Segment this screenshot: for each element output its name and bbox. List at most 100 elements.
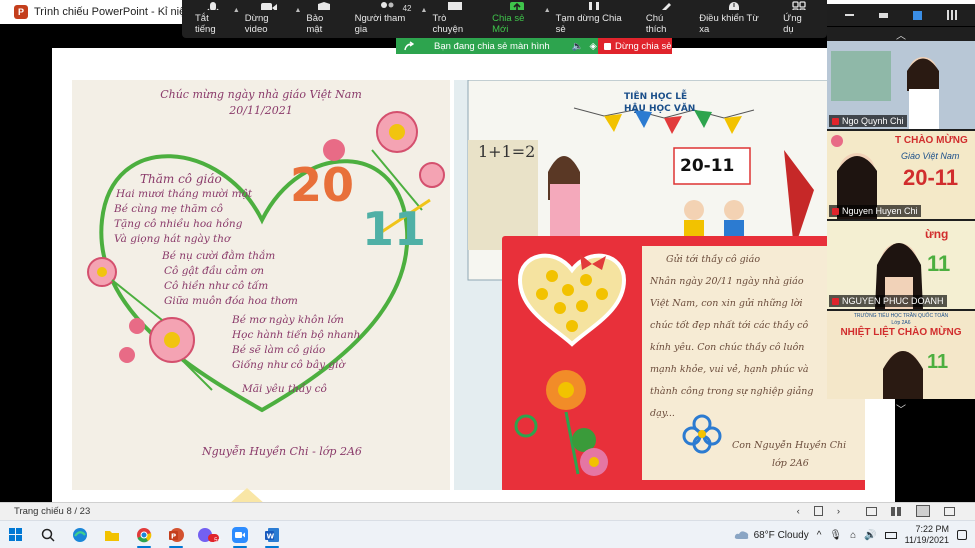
quilling-decoration bbox=[514, 253, 627, 476]
new-share-button[interactable]: Chia sẻ Mới ▲ bbox=[485, 1, 551, 35]
blue-flower-quilling bbox=[682, 414, 722, 454]
participants-button[interactable]: 42 Người tham gia ▲ bbox=[348, 1, 427, 35]
status-bar-controls: ‹ › bbox=[797, 505, 955, 517]
share-screen-icon bbox=[509, 2, 524, 10]
welcome-banner-text: T CHÀO MỪNG bbox=[895, 135, 968, 146]
scroll-up-icon[interactable]: ︿ bbox=[827, 27, 975, 42]
powerpoint-icon: P bbox=[14, 5, 28, 19]
word-icon: W bbox=[265, 527, 279, 542]
mute-label: Tắt tiếng bbox=[195, 13, 216, 35]
poem-line: Và giọng hát ngày thơ bbox=[114, 233, 231, 245]
slide-sorter-icon[interactable] bbox=[891, 506, 902, 516]
weather-widget[interactable]: 68°F Cloudy bbox=[734, 530, 809, 541]
zoom-app[interactable] bbox=[224, 521, 256, 548]
word-app[interactable]: W bbox=[256, 521, 288, 548]
welcome-banner-text: ừng bbox=[925, 227, 949, 241]
scroll-down-icon[interactable]: ﹀ bbox=[827, 401, 975, 416]
poem-signature: Nguyễn Huyền Chi - lớp 2A6 bbox=[202, 445, 362, 458]
next-slide-icon[interactable]: › bbox=[837, 506, 840, 517]
clock-time: 7:22 PM bbox=[915, 524, 949, 534]
security-button[interactable]: Bảo mật bbox=[299, 1, 347, 35]
file-explorer-app[interactable] bbox=[96, 521, 128, 548]
microphone-tray-icon[interactable]: 🎙 bbox=[829, 530, 842, 541]
normal-view-icon[interactable] bbox=[866, 506, 877, 516]
stop-share-button[interactable]: Dừng chia sẻ bbox=[598, 38, 672, 54]
letter-signature: Con Nguyễn Huyền Chi bbox=[732, 440, 847, 451]
pause-share-button[interactable]: Tạm dừng Chia sẻ bbox=[549, 1, 639, 35]
search-icon bbox=[41, 528, 55, 542]
welcome-banner-date: 20-11 bbox=[903, 165, 959, 190]
participant-video-tile[interactable]: TRƯỜNG TIỂU HỌC TRẦN QUỐC TOẢN Lớp 2A6 N… bbox=[827, 311, 975, 399]
weather-text: 68°F Cloudy bbox=[753, 529, 809, 541]
poem-line: Hai mươi tháng mười một bbox=[116, 188, 253, 200]
big-number-20: 20 bbox=[290, 158, 355, 212]
powerpoint-app[interactable]: P bbox=[160, 521, 192, 548]
reading-view-icon[interactable] bbox=[916, 505, 930, 517]
chat-button[interactable]: Trò chuyện bbox=[425, 1, 485, 35]
poem-line: Bé nụ cười đằm thắm bbox=[162, 250, 276, 262]
participant-name: NGUYEN PHUC DOANH bbox=[829, 295, 947, 307]
slide-notes-icon[interactable] bbox=[813, 506, 823, 516]
welcome-banner-subtitle: Giáo Việt Nam bbox=[901, 151, 960, 161]
notification-icon[interactable] bbox=[957, 530, 967, 540]
poem-line: Bé sẽ làm cô giáo bbox=[232, 344, 326, 356]
participants-icon bbox=[380, 2, 394, 8]
class-name: Lớp 2A6 bbox=[891, 320, 911, 326]
chevron-up-icon[interactable]: ^ bbox=[817, 530, 822, 541]
remote-control-label: Điều khiển Từ xa bbox=[699, 13, 759, 35]
volume-icon[interactable]: 🔊 bbox=[864, 530, 876, 541]
chrome-icon bbox=[137, 527, 152, 542]
microphone-icon bbox=[207, 2, 219, 10]
svg-text:P: P bbox=[171, 532, 176, 540]
mute-button[interactable]: Tắt tiếng ▲ bbox=[188, 1, 240, 35]
poem-line: Cô gật đầu cảm ơn bbox=[164, 265, 265, 277]
poem-line: Thăm cô giáo bbox=[140, 172, 222, 186]
battery-icon[interactable] bbox=[884, 531, 897, 539]
participant-name: Ngo Quynh Chi bbox=[829, 115, 907, 127]
welcome-banner-date: 11 bbox=[927, 251, 951, 276]
start-button[interactable] bbox=[0, 521, 32, 548]
previous-slide-icon[interactable]: ‹ bbox=[797, 506, 800, 517]
shield-check-icon: ◈ bbox=[589, 40, 597, 52]
ppt-status-bar: Trang chiếu 8 / 23 ‹ › bbox=[0, 502, 975, 520]
slide[interactable]: Chúc mừng ngày nhà giáo Việt Nam 20/11/2… bbox=[52, 48, 895, 526]
chat-label: Trò chuyện bbox=[432, 13, 464, 35]
windows-logo-icon bbox=[9, 527, 22, 541]
speaker-view-icon[interactable] bbox=[912, 10, 922, 20]
participant-thumbnails: ︿ Ngo Quynh Chi T CHÀO MỪNG Giáo Việt Na… bbox=[827, 27, 975, 416]
search-button[interactable] bbox=[32, 521, 64, 548]
poem-line: Giống như cô bây giờ bbox=[232, 359, 345, 371]
viber-app[interactable]: 5+ bbox=[192, 521, 224, 548]
minimize-icon[interactable] bbox=[845, 14, 855, 16]
shield-icon bbox=[317, 2, 330, 10]
stop-video-button[interactable]: Dừng video ▲ bbox=[238, 1, 301, 35]
clock[interactable]: 7:22 PM 11/19/2021 bbox=[905, 524, 949, 546]
edge-app[interactable] bbox=[64, 521, 96, 548]
board-math: 1+1=2 bbox=[478, 142, 536, 161]
folder-icon bbox=[105, 530, 119, 541]
apps-button[interactable]: Ứng dụ bbox=[776, 1, 821, 35]
rose-left bbox=[87, 257, 213, 391]
video-camera-icon bbox=[260, 3, 277, 10]
participant-name: Nguyen Huyen Chi bbox=[829, 205, 921, 217]
letter-line: Việt Nam, con xin gửi những lời bbox=[650, 298, 803, 309]
annotate-button[interactable]: Chú thích bbox=[639, 1, 692, 35]
gallery-view-icon[interactable] bbox=[946, 10, 957, 20]
mouse-icon bbox=[729, 2, 740, 10]
network-icon[interactable]: ⌂ bbox=[850, 530, 856, 541]
share-arrow-icon bbox=[404, 41, 414, 51]
chrome-app[interactable] bbox=[128, 521, 160, 548]
compact-view-icon[interactable] bbox=[879, 12, 889, 18]
participant-video-tile[interactable]: Ngo Quynh Chi bbox=[827, 41, 975, 129]
security-label: Bảo mật bbox=[306, 13, 324, 35]
remote-control-button[interactable]: Điều khiển Từ xa bbox=[692, 1, 776, 35]
slide-show-icon[interactable] bbox=[944, 506, 955, 516]
letter-line: Gửi tới thầy cô giáo bbox=[666, 254, 761, 265]
pause-share-label: Tạm dừng Chia sẻ bbox=[555, 13, 622, 35]
participant-video-tile[interactable]: ừng 11 NGUYEN PHUC DOANH bbox=[827, 221, 975, 309]
poem-line: Học hành tiến bộ nhanh bbox=[232, 329, 361, 341]
board-title-line: TIÊN HỌC LỄ bbox=[624, 92, 688, 102]
participant-video-tile[interactable]: T CHÀO MỪNG Giáo Việt Nam 20-11 Nguyen H… bbox=[827, 131, 975, 219]
windows-taskbar: P 5+ W 68°F Cloudy ^ 🎙 ⌂ 🔊 7:22 PM 11/19… bbox=[0, 520, 975, 548]
poem-card-image: Chúc mừng ngày nhà giáo Việt Nam 20/11/2… bbox=[72, 80, 450, 490]
